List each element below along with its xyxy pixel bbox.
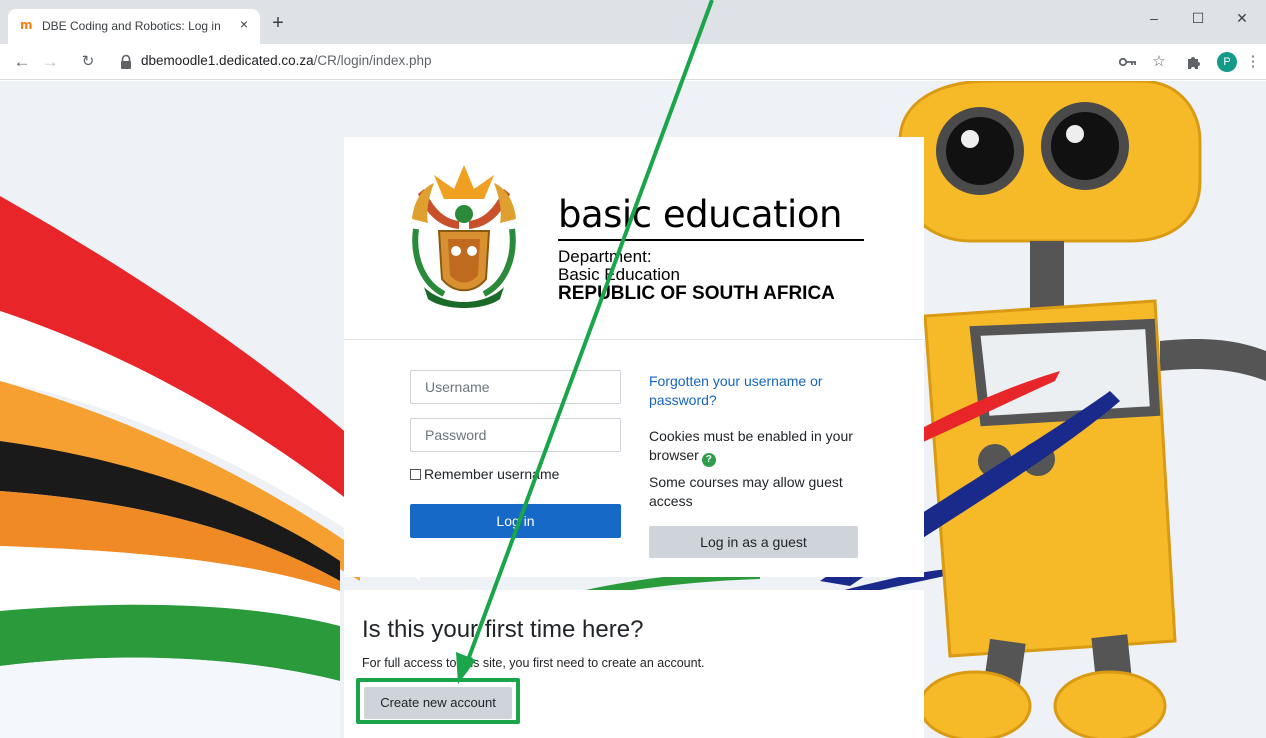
logo-department: Department: [558,247,652,266]
reload-icon[interactable]: ↻ [74,48,102,76]
moodle-favicon-icon: m [20,18,32,32]
browser-tabstrip: m DBE Coding and Robotics: Log in × + – … [0,0,1266,44]
guest-access-text: Some courses may allow guest access [649,474,843,509]
card-divider [344,339,924,340]
logo-basic-education: Basic Education [558,265,680,284]
cookies-text: Cookies must be enabled in your browser [649,428,853,463]
close-tab-icon[interactable]: × [234,14,254,34]
url-path: /CR/login/index.php [313,53,432,68]
browser-tab[interactable]: m DBE Coding and Robotics: Log in × [8,9,260,44]
close-window-button[interactable]: ✕ [1222,4,1262,32]
forgot-password-link[interactable]: Forgotten your username or password? [649,372,879,410]
minimize-button[interactable]: – [1134,4,1174,32]
login-card: basic education Department: Basic Educat… [344,137,924,577]
new-tab-button[interactable]: + [266,11,290,35]
maximize-button[interactable]: ☐ [1178,4,1218,32]
logo-divider-line [558,239,864,241]
profile-avatar[interactable]: P [1217,52,1237,72]
signup-description: For full access to this site, you first … [362,656,705,670]
extensions-puzzle-icon[interactable] [1186,54,1202,70]
logo-title: basic education [558,193,842,236]
password-input[interactable]: Password [410,418,621,452]
browser-toolbar: ← → ↻ dbemoodle1.dedicated.co.za/CR/logi… [0,44,1266,80]
menu-dots-icon[interactable]: ⋮ [1240,49,1266,75]
key-icon[interactable] [1119,56,1137,68]
tab-title: DBE Coding and Robotics: Log in [42,19,221,33]
login-button[interactable]: Log in [410,504,621,538]
back-arrow-icon[interactable]: ← [8,48,36,76]
remember-username[interactable]: Remember username [410,466,559,482]
annotation-highlight-box [356,678,520,724]
logo-country: REPUBLIC OF SOUTH AFRICA [558,283,835,304]
remember-checkbox[interactable] [410,469,421,480]
forward-arrow-icon[interactable]: → [36,48,64,76]
address-bar[interactable]: dbemoodle1.dedicated.co.za/CR/login/inde… [141,53,431,68]
remember-label: Remember username [424,466,560,482]
page-viewport: basic education Department: Basic Educat… [0,81,1266,738]
login-as-guest-button[interactable]: Log in as a guest [649,526,858,558]
lock-icon[interactable] [119,54,133,70]
coat-of-arms-icon [412,165,516,308]
signup-heading: Is this your first time here? [362,616,644,643]
signup-card: Is this your first time here? For full a… [344,590,924,738]
url-host: dbemoodle1.dedicated.co.za [141,53,314,68]
username-input[interactable]: Username [410,370,621,404]
help-icon[interactable]: ? [701,453,716,467]
site-logo: basic education Department: Basic Educat… [390,147,878,325]
cookies-notice: Cookies must be enabled in your browser? [649,427,879,467]
star-icon[interactable]: ☆ [1146,49,1172,75]
